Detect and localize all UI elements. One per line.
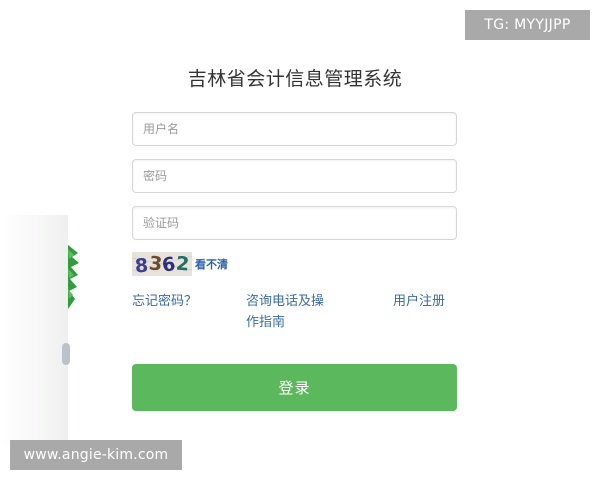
decorative-shape bbox=[62, 343, 70, 365]
background-decoration bbox=[0, 215, 79, 445]
forgot-password-link[interactable]: 忘记密码？ bbox=[132, 291, 197, 312]
captcha-digit: 8 bbox=[134, 255, 149, 276]
watermark-badge-top: TG: MYYJJPP bbox=[465, 10, 590, 40]
password-input[interactable] bbox=[133, 160, 456, 192]
login-button[interactable]: 登录 bbox=[132, 364, 457, 411]
register-link[interactable]: 用户注册 bbox=[393, 291, 445, 312]
page-title: 吉林省会计信息管理系统 bbox=[187, 68, 403, 90]
watermark-badge-bottom: www.angie-kim.com bbox=[10, 440, 182, 470]
plant-leaf-icon bbox=[68, 245, 79, 309]
captcha-refresh-link[interactable]: 看不清 bbox=[195, 256, 228, 272]
captcha-graphic: 8 3 6 2 bbox=[132, 252, 192, 276]
consult-help-link[interactable]: 咨询电话及操作指南 bbox=[246, 291, 336, 333]
captcha-digit: 2 bbox=[175, 253, 190, 276]
captcha-field[interactable] bbox=[132, 206, 457, 240]
username-field[interactable] bbox=[132, 112, 457, 146]
username-input[interactable] bbox=[133, 113, 456, 145]
password-field[interactable] bbox=[132, 159, 457, 193]
captcha-image[interactable]: 8 3 6 2 bbox=[132, 252, 192, 276]
captcha-input[interactable] bbox=[133, 207, 456, 239]
